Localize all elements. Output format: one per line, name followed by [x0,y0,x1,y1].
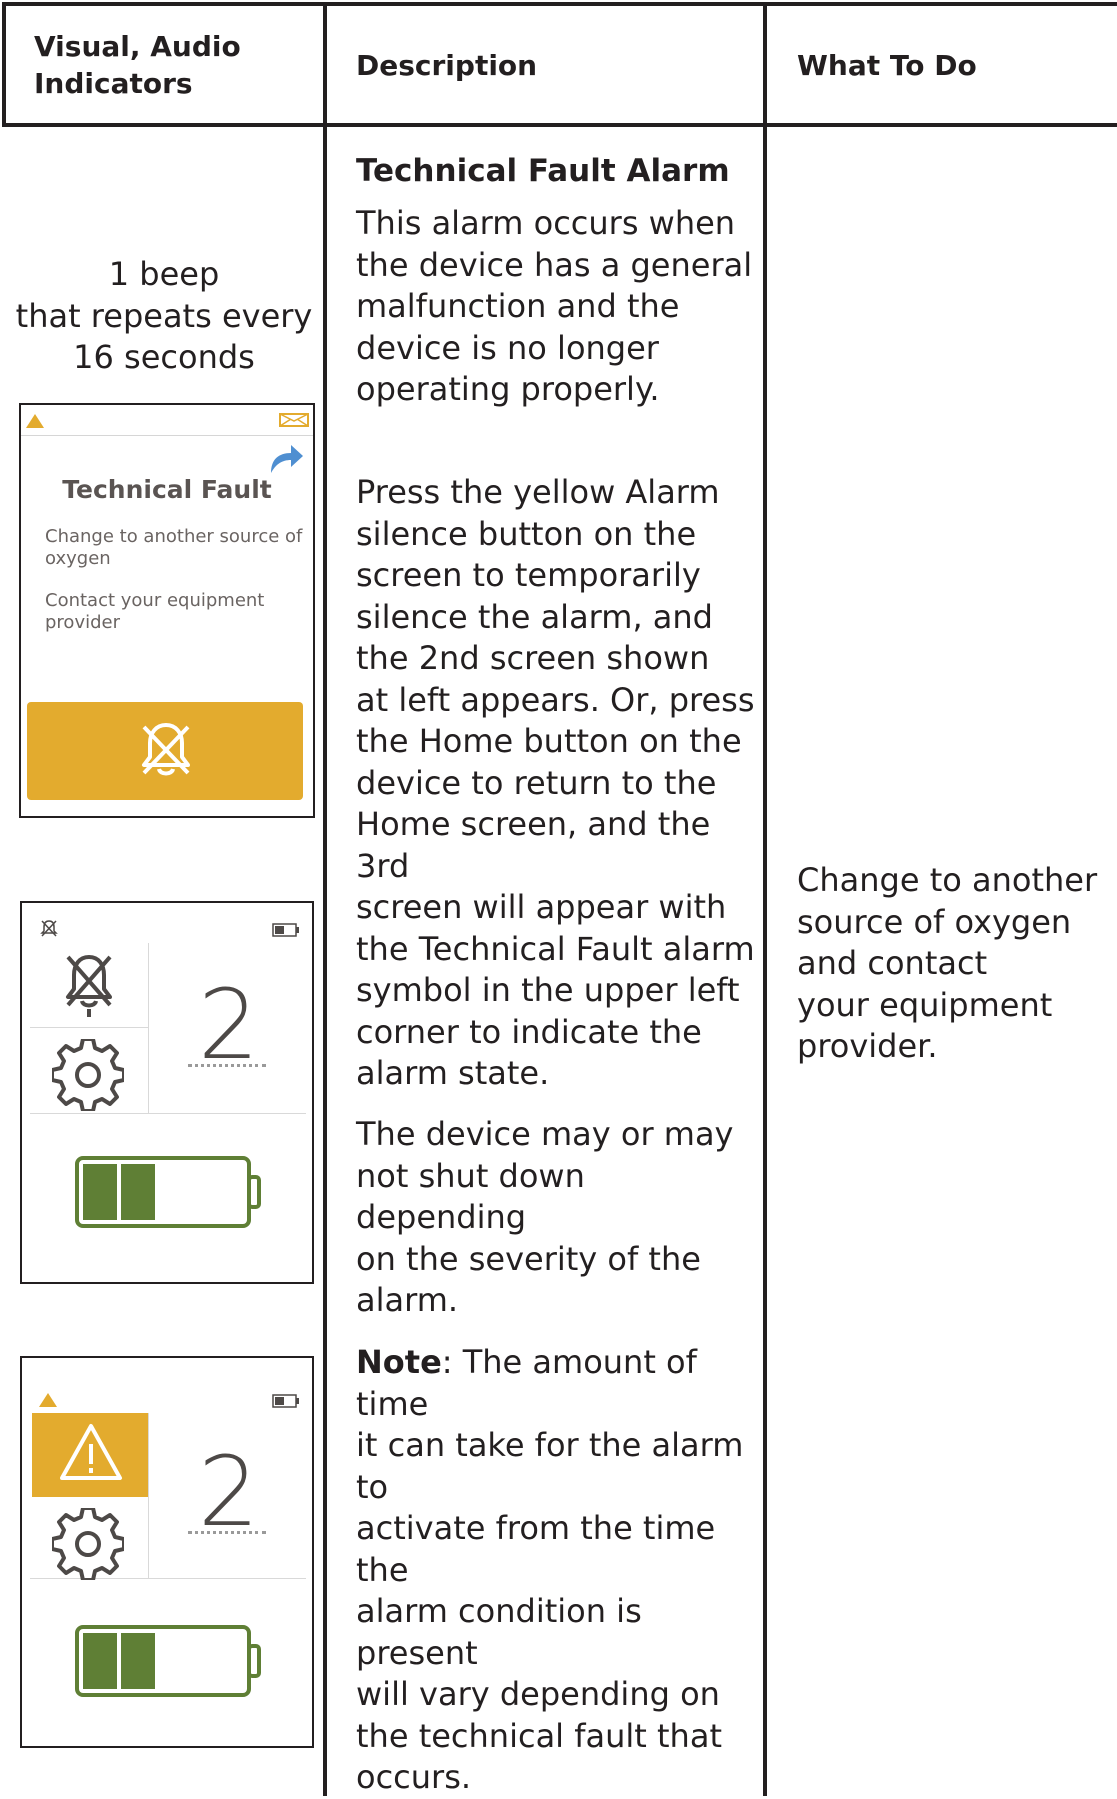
flow-setting-dots [188,1064,266,1067]
note-label: Note [356,1343,442,1381]
note-text: : The amount of time it can take for the… [356,1343,744,1796]
alarm-title: Technical Fault Alarm [356,153,730,189]
device-screen-silenced: 2 [20,901,314,1284]
column-divider-1 [323,2,327,1796]
screen-status-bar [21,405,313,436]
table-top-border [2,2,1117,6]
tile-divider-horizontal [30,1113,306,1114]
header-visual-audio: Visual, Audio Indicators [34,30,241,100]
alarm-silence-icon [142,723,190,776]
flow-setting-dots [188,1531,266,1534]
message-envelope-icon [279,413,309,427]
alarm-triangle-icon [26,414,44,428]
flow-setting-value: 2 [198,969,260,1081]
silenced-bell-small-icon [40,920,58,937]
screen-alarm-message-1: Change to another source of oxygen [45,526,303,569]
screen-alarm-message-2: Contact your equipment provider [45,590,265,633]
technical-fault-warning-icon [60,1424,122,1480]
forward-arrow-icon[interactable] [267,439,305,477]
description-paragraph-3: The device may or may not shut down depe… [356,1115,734,1319]
device-screen-alarm: Technical Fault Change to another source… [19,403,315,818]
description-paragraph-1: This alarm occurs when the device has a … [356,204,753,408]
header-description: Description [356,49,538,82]
battery-level-icon [75,1625,261,1697]
alarm-triangle-small-icon [39,1393,57,1407]
battery-small-icon [272,1394,299,1408]
battery-level-icon [75,1156,261,1228]
screen-alarm-title: Technical Fault [62,475,272,504]
column-divider-2 [763,2,767,1796]
tile-divider-vertical [148,1413,149,1578]
device-screen-home-alarm: 2 [20,1356,314,1748]
description-paragraph-2: Press the yellow Alarm silence button on… [356,473,755,1092]
tile-divider-left [30,1027,148,1028]
settings-gear-icon[interactable] [52,1039,124,1111]
alarm-silence-button[interactable] [27,702,303,800]
header-bottom-border [2,123,1117,127]
settings-gear-icon[interactable] [52,1508,124,1580]
technical-fault-alarm-tile[interactable] [32,1413,148,1497]
tile-divider-vertical [148,943,149,1113]
table-left-border [2,2,6,126]
what-to-do-text: Change to another source of oxygen and c… [797,861,1098,1065]
description-note: Note: The amount of time it can take for… [356,1342,756,1799]
header-what-to-do: What To Do [797,49,977,82]
audio-indicator-text: 1 beep that repeats every 16 seconds [15,255,313,376]
silenced-alarm-bell-icon[interactable] [60,949,118,1019]
flow-setting-value: 2 [198,1436,260,1548]
battery-small-icon [272,923,299,937]
